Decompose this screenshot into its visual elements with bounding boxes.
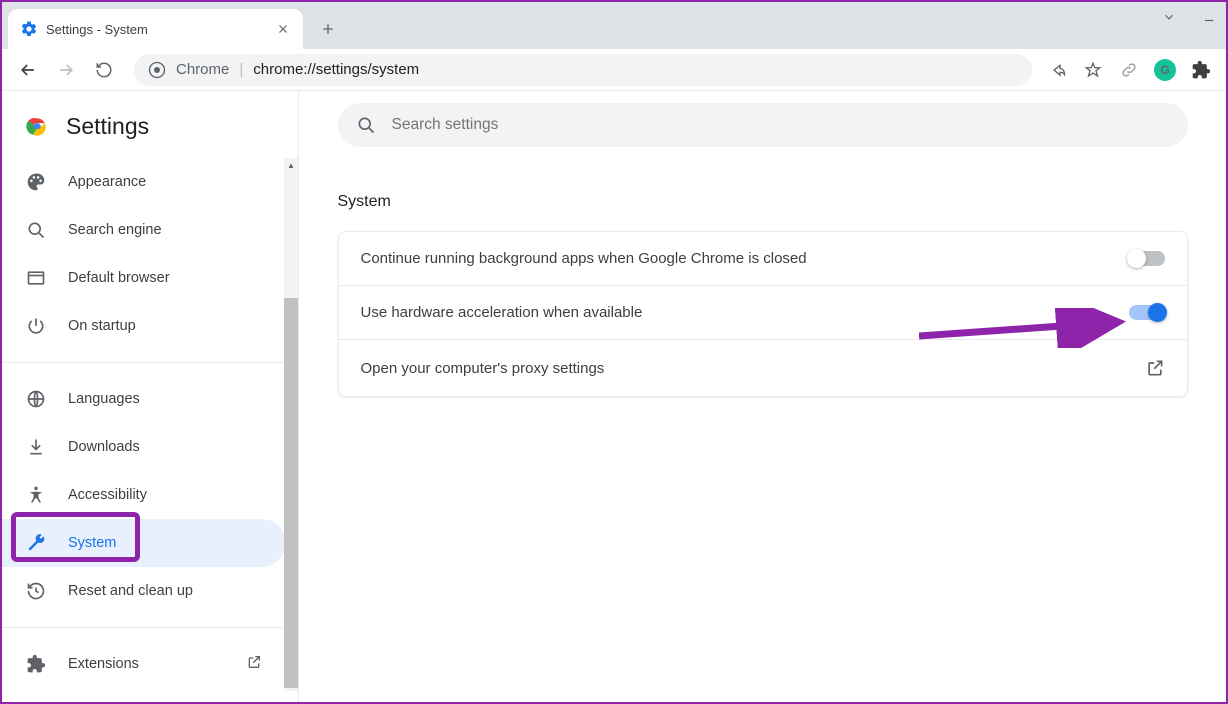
- sidebar-nav: Appearance Search engine Default browser…: [2, 158, 298, 688]
- sidebar-item-on-startup[interactable]: On startup: [2, 302, 286, 350]
- row-label: Use hardware acceleration when available: [361, 304, 1129, 321]
- sidebar-item-label: On startup: [68, 318, 136, 334]
- sidebar-item-appearance[interactable]: Appearance: [2, 158, 286, 206]
- sidebar-item-languages[interactable]: Languages: [2, 375, 286, 423]
- sidebar-divider: [2, 362, 286, 363]
- pipe-divider: |: [239, 61, 243, 78]
- page-title: Settings: [66, 113, 149, 140]
- browser-tab-active[interactable]: Settings - System: [8, 9, 303, 49]
- sidebar-item-reset[interactable]: Reset and clean up: [2, 567, 286, 615]
- sidebar-item-label: Accessibility: [68, 487, 147, 503]
- search-icon: [356, 115, 376, 135]
- row-label: Open your computer's proxy settings: [361, 360, 1145, 377]
- sidebar-item-extensions[interactable]: Extensions: [2, 640, 286, 688]
- scrollbar-thumb[interactable]: [284, 298, 298, 688]
- sidebar-item-label: Appearance: [68, 174, 146, 190]
- sidebar-divider: [2, 627, 286, 628]
- power-icon: [26, 316, 46, 336]
- sidebar-item-label: Extensions: [68, 656, 139, 672]
- url-path: chrome://settings/system: [253, 61, 419, 78]
- sidebar-item-label: Reset and clean up: [68, 583, 193, 599]
- wrench-icon: [26, 533, 46, 553]
- sidebar-item-system[interactable]: System: [2, 519, 286, 567]
- toggle-background-apps[interactable]: [1129, 251, 1165, 266]
- open-external-icon: [1145, 358, 1165, 378]
- palette-icon: [26, 172, 46, 192]
- sidebar-scroll-area: ▲ Appearance Search engine Default brows…: [2, 158, 298, 691]
- address-bar[interactable]: Chrome | chrome://settings/system: [134, 54, 1032, 86]
- url-prefix: Chrome: [176, 61, 229, 78]
- forward-button[interactable]: [50, 54, 82, 86]
- bookmark-star-icon[interactable]: [1082, 59, 1104, 81]
- window-controls: [1158, 6, 1220, 28]
- link-icon[interactable]: [1118, 59, 1140, 81]
- sidebar-item-label: Downloads: [68, 439, 140, 455]
- share-icon[interactable]: [1046, 59, 1068, 81]
- download-icon: [26, 437, 46, 457]
- search-input[interactable]: [392, 116, 1170, 134]
- reload-button[interactable]: [88, 54, 120, 86]
- browser-toolbar: Chrome | chrome://settings/system G: [2, 49, 1226, 91]
- settings-main: System Continue running background apps …: [299, 91, 1226, 702]
- settings-sidebar: Settings ▲ Appearance Search engine Defa…: [2, 91, 299, 702]
- toggle-hardware-acceleration[interactable]: [1129, 305, 1165, 320]
- scroll-arrow-up-icon[interactable]: ▲: [284, 158, 298, 172]
- gear-icon: [20, 20, 38, 38]
- sidebar-item-label: System: [68, 535, 116, 551]
- sidebar-item-label: Default browser: [68, 270, 170, 286]
- sidebar-item-default-browser[interactable]: Default browser: [2, 254, 286, 302]
- row-label: Continue running background apps when Go…: [361, 250, 1129, 267]
- back-button[interactable]: [12, 54, 44, 86]
- accessibility-icon: [26, 485, 46, 505]
- sidebar-item-search-engine[interactable]: Search engine: [2, 206, 286, 254]
- restore-icon: [26, 581, 46, 601]
- row-proxy-settings[interactable]: Open your computer's proxy settings: [339, 340, 1187, 396]
- puzzle-icon: [26, 654, 46, 674]
- new-tab-button[interactable]: [313, 14, 343, 44]
- row-hardware-acceleration: Use hardware acceleration when available: [339, 286, 1187, 340]
- chrome-logo-icon: [24, 114, 50, 140]
- search-settings-field[interactable]: [338, 103, 1188, 147]
- sidebar-item-accessibility[interactable]: Accessibility: [2, 471, 286, 519]
- globe-icon: [26, 389, 46, 409]
- tab-title: Settings - System: [46, 22, 267, 37]
- system-settings-card: Continue running background apps when Go…: [338, 231, 1188, 397]
- section-title-system: System: [338, 193, 1188, 211]
- chevron-down-icon[interactable]: [1158, 6, 1180, 28]
- open-external-icon: [246, 654, 262, 674]
- browser-tab-strip: Settings - System: [2, 2, 1226, 49]
- site-info-icon[interactable]: [148, 61, 166, 79]
- search-icon: [26, 220, 46, 240]
- window-minimize-icon[interactable]: [1198, 6, 1220, 28]
- extension-grammarly-icon[interactable]: G: [1154, 59, 1176, 81]
- sidebar-item-downloads[interactable]: Downloads: [2, 423, 286, 471]
- sidebar-item-label: Search engine: [68, 222, 162, 238]
- extensions-puzzle-icon[interactable]: [1190, 59, 1212, 81]
- browser-window-icon: [26, 268, 46, 288]
- row-background-apps: Continue running background apps when Go…: [339, 232, 1187, 286]
- sidebar-item-label: Languages: [68, 391, 140, 407]
- close-icon[interactable]: [275, 21, 291, 37]
- app-header: Settings: [2, 99, 298, 158]
